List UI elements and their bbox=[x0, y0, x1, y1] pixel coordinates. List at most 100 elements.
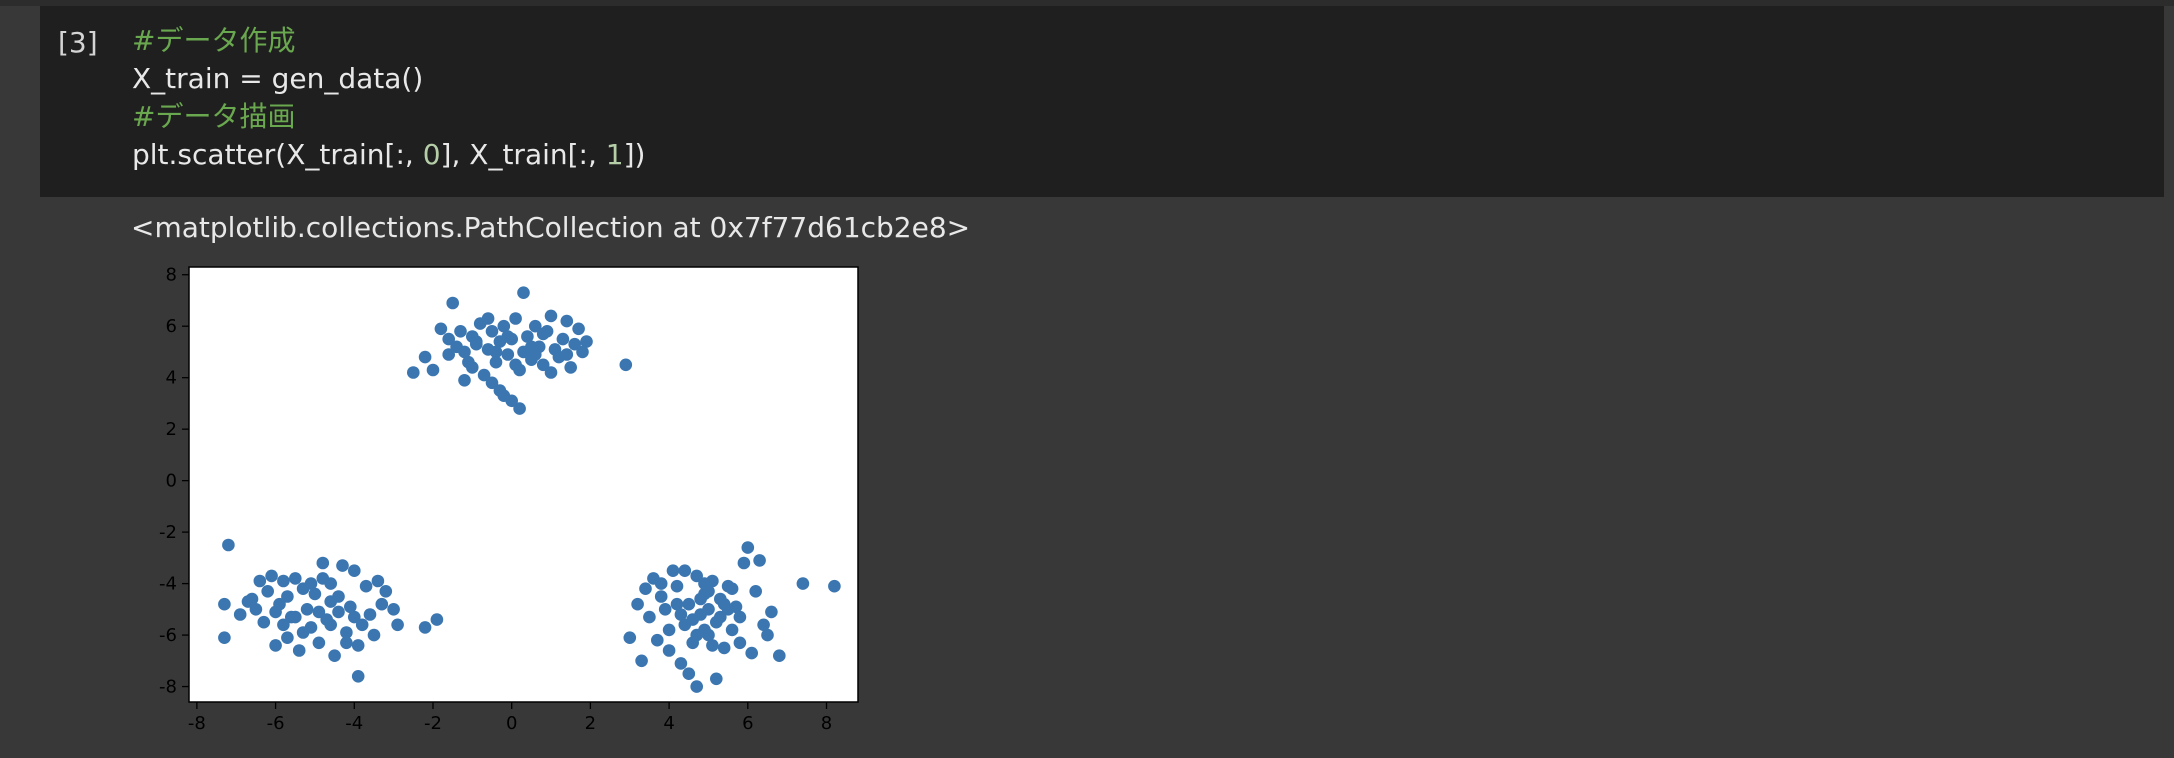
scatter-point bbox=[721, 603, 735, 616]
scatter-point bbox=[509, 358, 522, 372]
scatter-point bbox=[706, 639, 719, 652]
scatter-point bbox=[564, 361, 577, 374]
scatter-point bbox=[489, 345, 503, 359]
scatter-point bbox=[631, 597, 644, 611]
scatter-point bbox=[725, 582, 739, 595]
scatter-point bbox=[269, 639, 282, 652]
scatter-point bbox=[470, 335, 483, 348]
scatter-point bbox=[265, 569, 278, 583]
scatter-point bbox=[336, 559, 349, 572]
scatter-point bbox=[218, 631, 231, 644]
scatter-point bbox=[651, 633, 664, 647]
scatter-point bbox=[580, 335, 593, 348]
scatter-point bbox=[328, 649, 341, 662]
scatter-point bbox=[619, 358, 633, 372]
y-tick-label: -4 bbox=[159, 574, 177, 595]
y-tick-label: 8 bbox=[166, 265, 177, 286]
scatter-point bbox=[686, 613, 699, 626]
scatter-point bbox=[442, 348, 456, 361]
y-tick-label: -2 bbox=[159, 522, 177, 543]
y-tick-label: 0 bbox=[166, 471, 177, 492]
y-tick-label: -8 bbox=[159, 677, 177, 698]
scatter-point bbox=[281, 631, 294, 644]
scatter-point bbox=[348, 610, 361, 624]
scatter-point bbox=[501, 330, 515, 343]
scatter-point bbox=[544, 366, 558, 379]
scatter-point bbox=[277, 574, 290, 588]
x-tick-label: -4 bbox=[345, 713, 363, 734]
scatter-point bbox=[367, 628, 381, 642]
scatter-point bbox=[658, 603, 672, 616]
scatter-point bbox=[481, 312, 495, 325]
scatter-point bbox=[643, 610, 656, 624]
scatter-point bbox=[635, 654, 648, 668]
scatter-point bbox=[765, 605, 778, 619]
scatter-point bbox=[391, 618, 404, 632]
scatter-point bbox=[292, 644, 306, 657]
x-tick-label: -6 bbox=[267, 713, 285, 734]
scatter-point bbox=[340, 636, 353, 650]
scatter-point bbox=[316, 556, 330, 570]
x-tick-label: 6 bbox=[742, 713, 753, 734]
scatter-point bbox=[324, 618, 338, 632]
x-tick-label: -2 bbox=[424, 713, 442, 734]
scatter-point bbox=[446, 296, 460, 310]
scatter-point bbox=[312, 605, 326, 619]
scatter-point bbox=[733, 636, 747, 650]
scatter-point bbox=[296, 626, 310, 639]
scatter-point bbox=[387, 603, 400, 616]
scatter-point bbox=[678, 564, 692, 577]
scatter-point bbox=[351, 639, 365, 652]
scatter-point bbox=[690, 680, 703, 693]
x-tick-label: 0 bbox=[506, 713, 517, 734]
scatter-point bbox=[725, 623, 739, 637]
scatter-point bbox=[737, 556, 751, 570]
scatter-point bbox=[304, 577, 318, 590]
scatter-point bbox=[501, 348, 515, 361]
scatter-point bbox=[674, 657, 688, 670]
scatter-point bbox=[560, 348, 574, 361]
scatter-point bbox=[674, 608, 688, 621]
scatter-point bbox=[351, 670, 365, 683]
scatter-point bbox=[761, 628, 774, 642]
y-tick-label: -6 bbox=[159, 625, 177, 646]
scatter-point bbox=[560, 314, 574, 328]
scatter-point bbox=[717, 641, 731, 655]
scatter-plot: -8 -6 -4 -2 0 2 4 6 8 -8 -6 -4 -2 0 2 4 6 8 bbox=[159, 265, 859, 734]
scatter-point bbox=[529, 348, 542, 361]
scatter-point bbox=[670, 579, 684, 593]
scatter-point bbox=[418, 350, 432, 364]
scatter-point bbox=[796, 577, 810, 590]
scatter-point bbox=[222, 538, 235, 552]
scatter-point bbox=[458, 374, 471, 387]
scatter-point bbox=[572, 322, 585, 336]
scatter-point bbox=[375, 597, 389, 611]
scatter-point bbox=[702, 603, 715, 616]
scatter-point bbox=[434, 322, 448, 336]
scatter-point bbox=[654, 590, 668, 603]
scatter-point bbox=[741, 541, 755, 554]
scatter-point bbox=[257, 615, 271, 629]
scatter-point bbox=[682, 667, 696, 680]
x-tick-label: 8 bbox=[821, 713, 832, 734]
scatter-point bbox=[348, 564, 361, 577]
scatter-point bbox=[312, 636, 326, 650]
scatter-point bbox=[363, 608, 377, 621]
scatter-point bbox=[654, 577, 668, 590]
scatter-point bbox=[466, 361, 479, 374]
scatter-point bbox=[639, 582, 652, 595]
scatter-point bbox=[773, 649, 786, 662]
scatter-point bbox=[485, 325, 499, 338]
scatter-point bbox=[418, 621, 432, 634]
scatter-point bbox=[407, 366, 420, 379]
scatter-point bbox=[359, 579, 373, 593]
scatter-point bbox=[662, 623, 676, 637]
scatter-point bbox=[662, 644, 676, 657]
scatter-point bbox=[749, 585, 762, 598]
scatter-point bbox=[513, 402, 526, 415]
scatter-point bbox=[745, 646, 758, 660]
scatter-point bbox=[324, 577, 338, 590]
scatter-point bbox=[497, 389, 511, 403]
scatter-point bbox=[233, 608, 247, 621]
y-tick-label: 2 bbox=[166, 419, 177, 440]
